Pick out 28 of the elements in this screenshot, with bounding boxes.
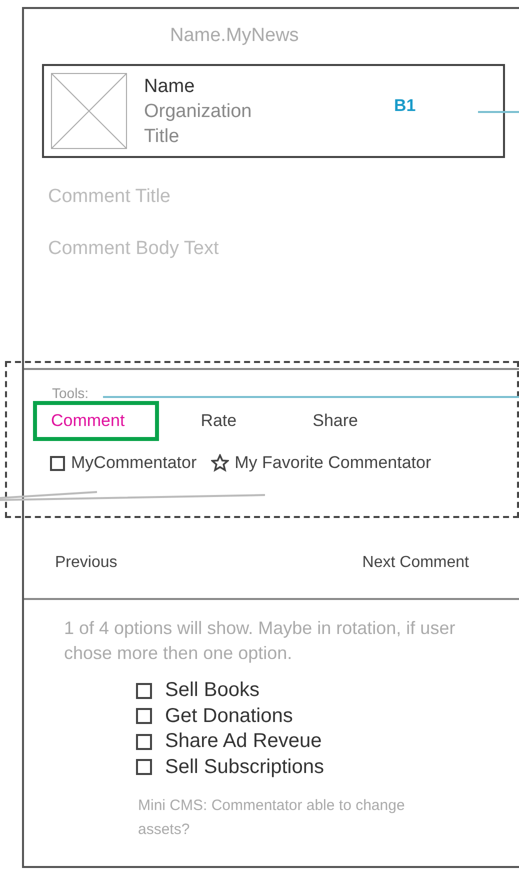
previous-link[interactable]: Previous [55,554,118,572]
tools-label: Tools: [52,385,89,401]
tool-tab[interactable]: Comment [33,401,159,441]
cms-note: Mini CMS: Commentator able to change assets? [138,796,406,840]
checkbox[interactable] [136,708,152,724]
leader-line [478,111,519,113]
option-label: Share Ad Reveue [165,730,322,754]
checkbox[interactable] [136,759,152,776]
option-label: Get Donations [165,704,293,728]
option-label: Sell Books [165,679,260,702]
profile-title: Title [144,125,180,149]
note-text: 1 of 4 options will show. Maybe in rotation, if user chose more then one option. [64,617,456,665]
option-label: Sell Subscriptions [165,756,324,779]
tool-tab[interactable]: Share [294,401,376,441]
annotation-marker: B1 [394,96,416,116]
site-title: Name.MyNews [169,24,300,47]
profile-name: Name [144,75,196,99]
checkbox[interactable] [50,456,65,470]
checkbox[interactable] [136,682,152,699]
comment-title: Comment Title [48,186,172,208]
comment-body: Comment Body Text [48,238,220,260]
follow-label: My Favorite Commentator [234,453,432,473]
tool-tab[interactable]: Rate [182,401,255,441]
star-icon[interactable] [210,454,229,472]
profile-organization: Organization [144,100,253,124]
checkbox[interactable] [136,734,152,750]
next-comment-link[interactable]: Next Comment [362,554,469,572]
follow-label: MyCommentator [71,453,197,473]
